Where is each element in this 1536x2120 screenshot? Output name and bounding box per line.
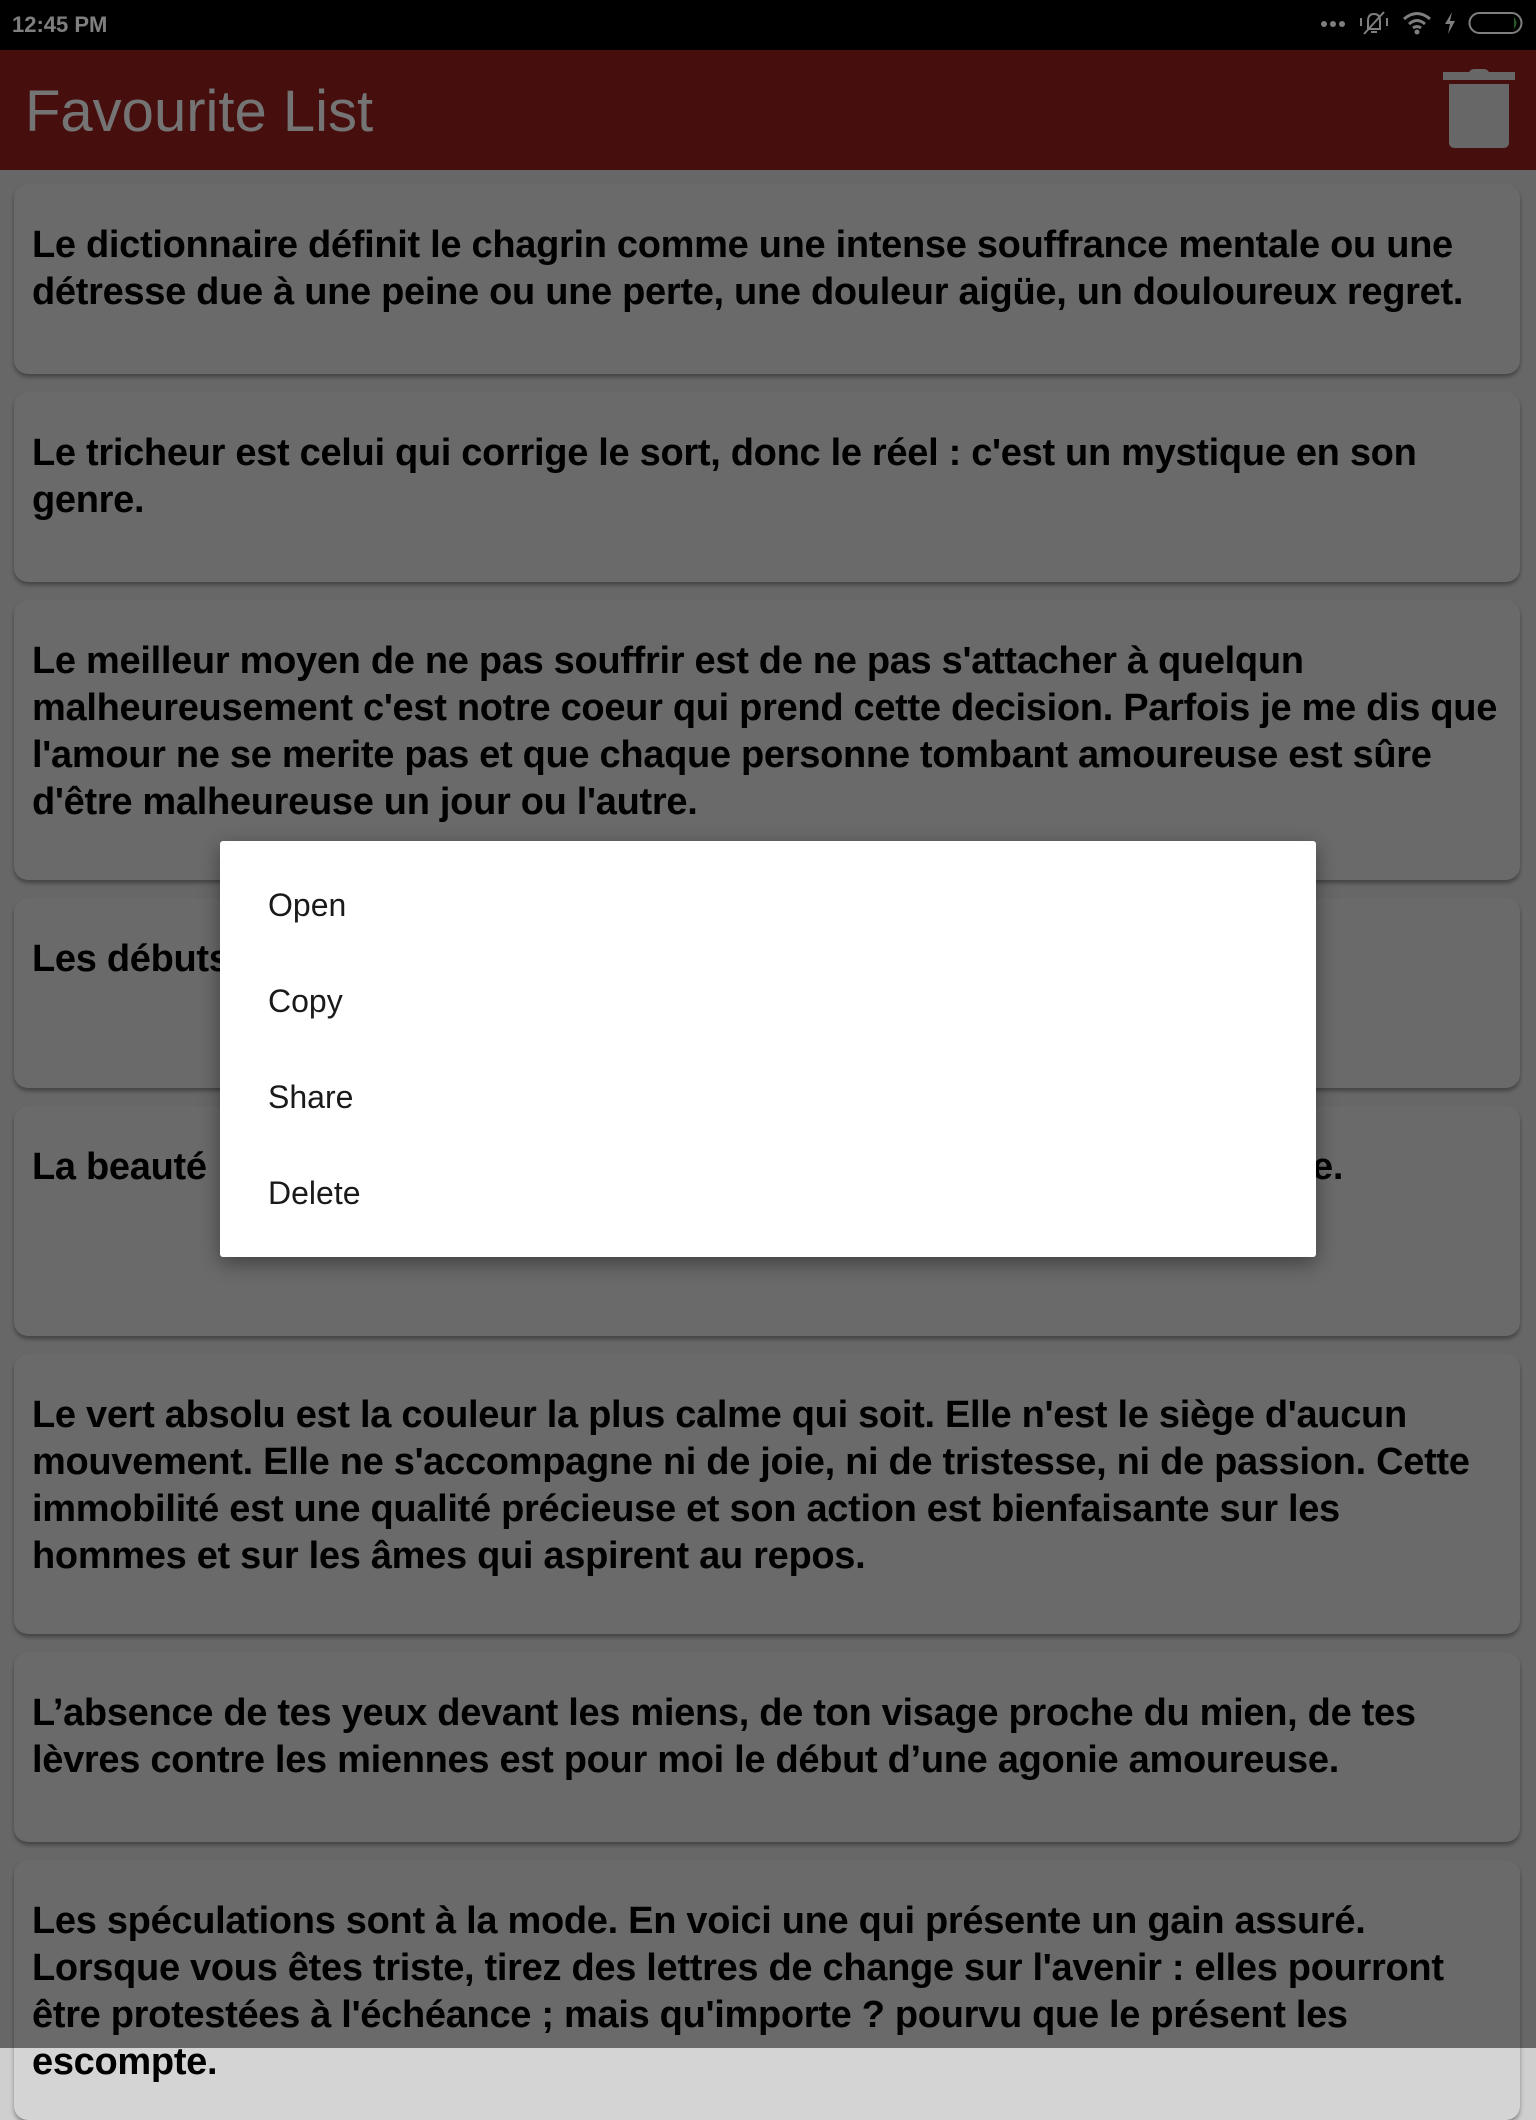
menu-item-delete[interactable]: Delete <box>220 1145 1316 1241</box>
menu-item-share[interactable]: Share <box>220 1049 1316 1145</box>
menu-item-copy[interactable]: Copy <box>220 953 1316 1049</box>
context-menu-dialog: Open Copy Share Delete <box>220 841 1316 1257</box>
menu-item-open[interactable]: Open <box>220 857 1316 953</box>
